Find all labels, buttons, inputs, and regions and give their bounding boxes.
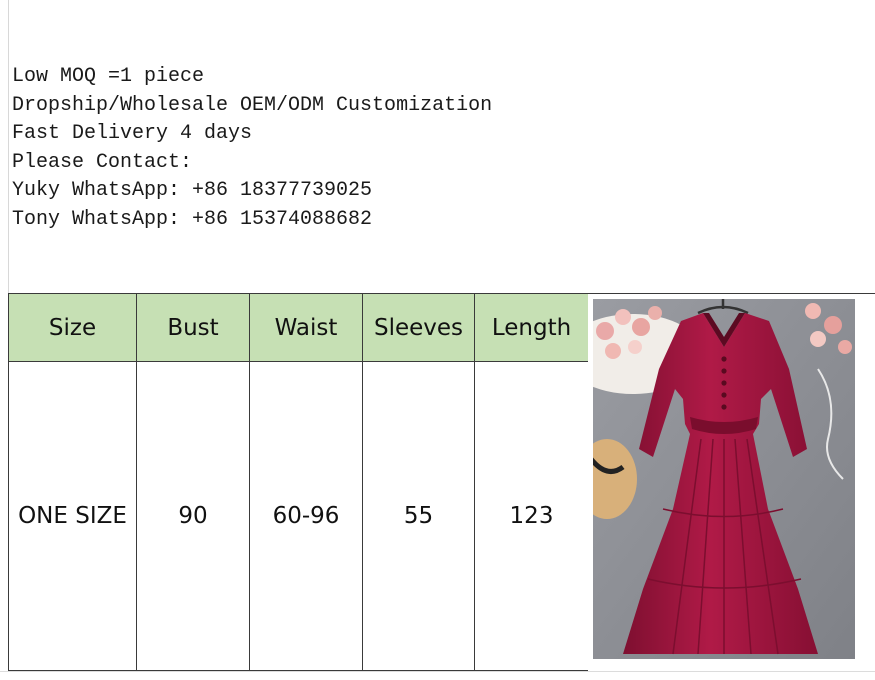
sheet-gridline — [8, 0, 9, 293]
cell-waist: 60-96 — [249, 361, 363, 671]
info-line-contact: Please Contact: — [12, 150, 193, 174]
header-bust: Bust — [136, 293, 250, 362]
info-line-yuky-whatsapp: Yuky WhatsApp: +86 18377739025 — [12, 179, 373, 203]
cell-length: 123 — [474, 361, 589, 671]
header-length: Length — [474, 293, 589, 362]
dress-photo — [593, 299, 855, 659]
info-line-moq: Low MOQ =1 piece — [12, 65, 205, 88]
cell-sleeves: 55 — [362, 361, 475, 671]
table-row: ONE SIZE 90 60-96 55 123 — [8, 361, 589, 671]
cell-bust: 90 — [136, 361, 250, 671]
product-photo-cell — [588, 293, 875, 672]
product-info: Low MOQ =1 piece Dropship/Wholesale OEM/… — [12, 63, 492, 235]
sheet-gridline-bottom — [0, 671, 875, 672]
info-line-customization: Dropship/Wholesale OEM/ODM Customization — [12, 93, 493, 117]
cell-size: ONE SIZE — [8, 361, 137, 671]
info-line-delivery: Fast Delivery 4 days — [12, 122, 253, 146]
header-sleeves: Sleeves — [362, 293, 475, 362]
size-chart-table: Size Bust Waist Sleeves Length ONE SIZE … — [8, 293, 589, 671]
header-size: Size — [8, 293, 137, 362]
info-line-tony-whatsapp: Tony WhatsApp: +86 15374088682 — [12, 207, 373, 231]
size-chart-header-row: Size Bust Waist Sleeves Length — [8, 293, 589, 362]
header-waist: Waist — [249, 293, 363, 362]
